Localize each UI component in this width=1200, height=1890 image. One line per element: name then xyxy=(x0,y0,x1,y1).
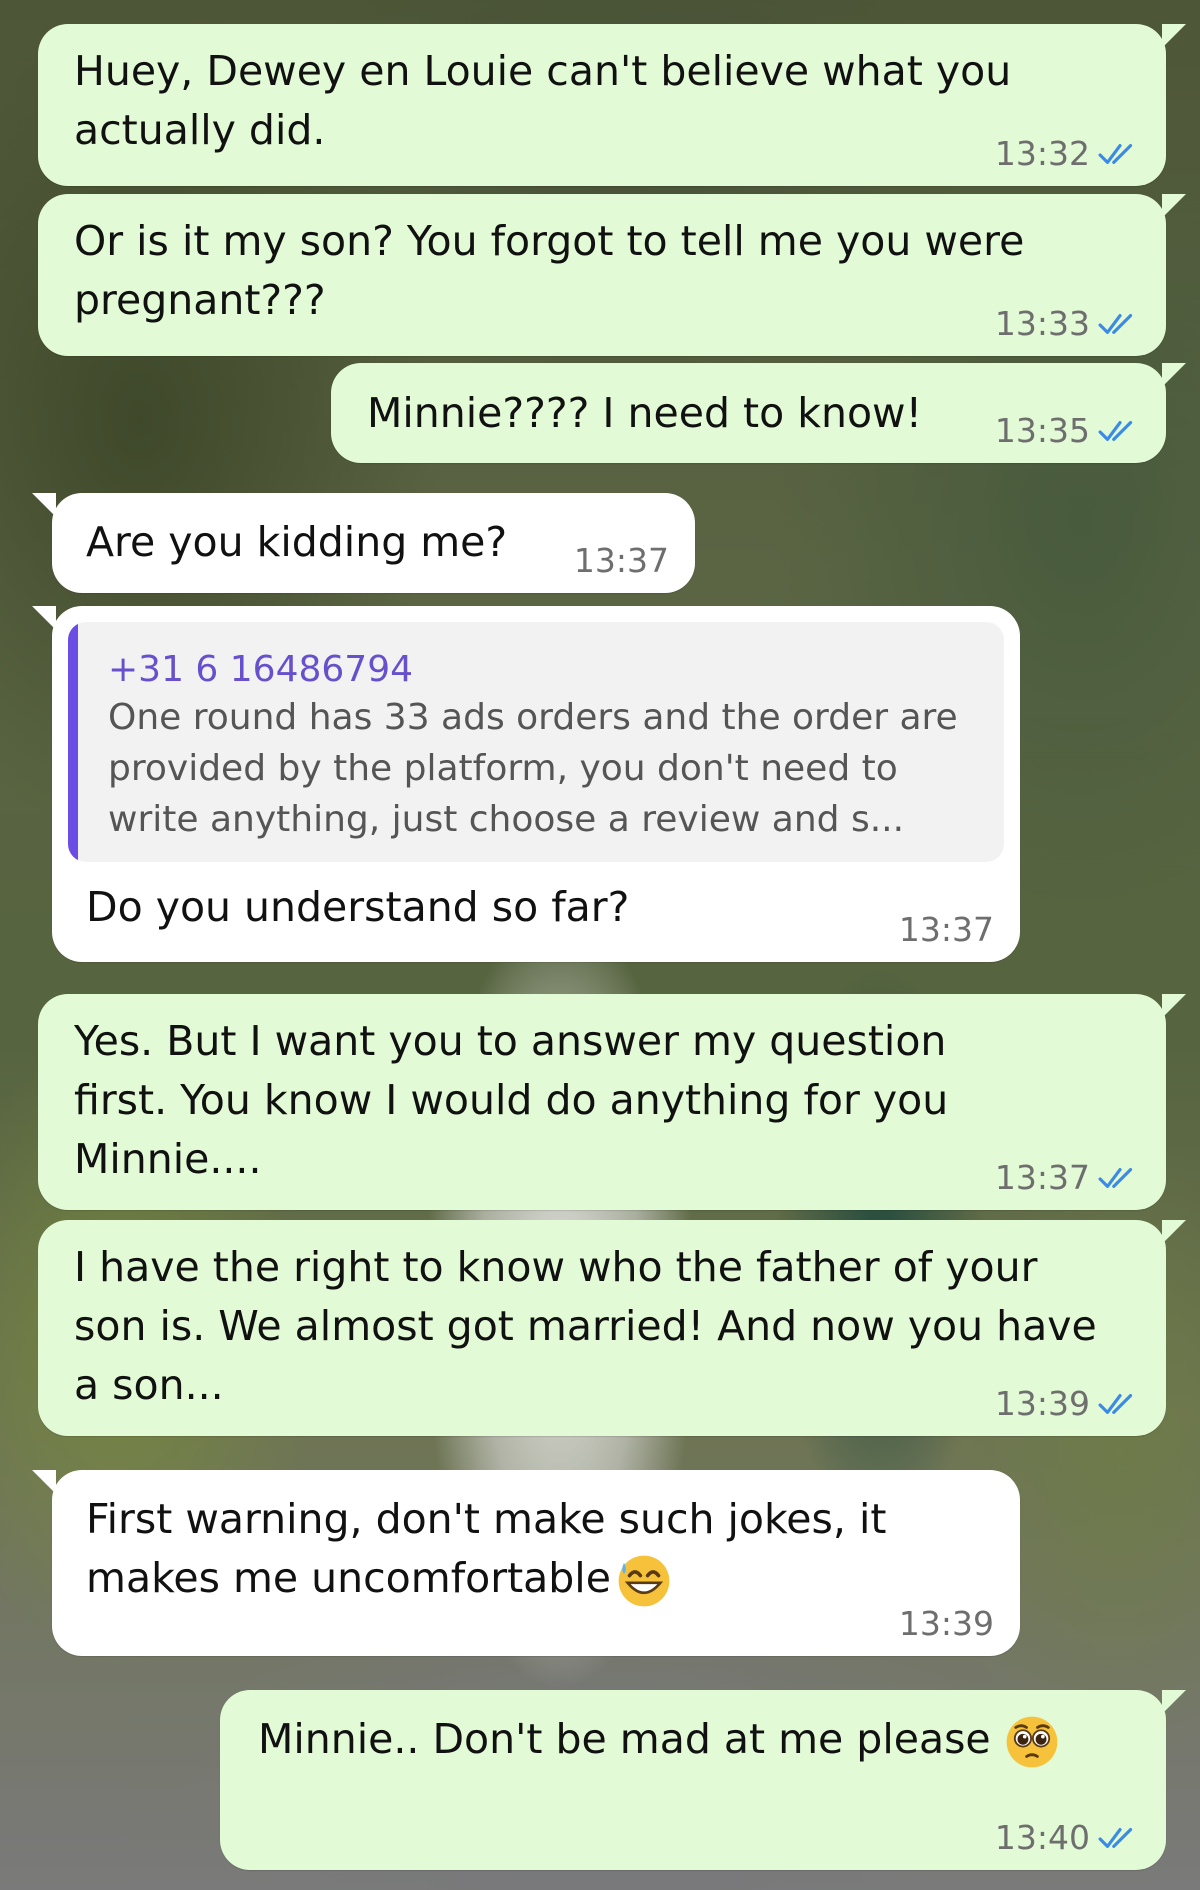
grinning-sweat-emoji-icon xyxy=(618,1555,670,1607)
quoted-text: One round has 33 ads orders and the orde… xyxy=(108,697,958,840)
message-text: Or is it my son? You forgot to tell me y… xyxy=(74,217,1025,324)
message-bubble-outgoing[interactable]: Minnie???? I need to know! 13:35 xyxy=(331,363,1186,463)
message-text: Minnie.. Don't be mad at me please xyxy=(258,1710,1130,1771)
message-time: 13:32 xyxy=(994,134,1090,173)
message-time: 13:39 xyxy=(898,1604,994,1643)
double-check-icon xyxy=(1098,1827,1133,1848)
message-meta: 13:37 xyxy=(899,913,994,946)
quote-accent-bar xyxy=(68,622,78,862)
message-meta: 13:37 xyxy=(995,1161,1140,1194)
message-time: 13:35 xyxy=(994,411,1090,450)
message-meta: 13:33 xyxy=(995,307,1140,340)
message-meta: 13:39 xyxy=(899,1607,994,1640)
message-time: 13:37 xyxy=(573,541,669,580)
double-check-icon xyxy=(1098,313,1133,334)
double-check-icon xyxy=(1098,420,1133,441)
message-bubble-incoming[interactable]: First warning, don't make such jokes, it… xyxy=(32,1470,1020,1656)
double-check-icon xyxy=(1098,1167,1133,1188)
message-meta: 13:39 xyxy=(995,1387,1140,1420)
message-text: I have the right to know who the father … xyxy=(74,1243,1097,1409)
double-check-icon xyxy=(1098,143,1133,164)
message-time: 13:37 xyxy=(994,1158,1090,1197)
message-meta: 13:40 xyxy=(995,1821,1140,1854)
message-text-content: First warning, don't make such jokes, it… xyxy=(86,1495,887,1602)
pleading-face-emoji-icon xyxy=(1006,1716,1058,1768)
message-bubble-outgoing[interactable]: Or is it my son? You forgot to tell me y… xyxy=(38,194,1186,356)
message-text-content: Minnie.. Don't be mad at me please xyxy=(258,1715,991,1763)
message-time: 13:40 xyxy=(994,1818,1090,1857)
message-bubble-outgoing[interactable]: I have the right to know who the father … xyxy=(38,1220,1186,1436)
message-bubble-incoming-reply[interactable]: +31 6 16486794 One round has 33 ads orde… xyxy=(32,606,1020,962)
message-bubble-outgoing[interactable]: Minnie.. Don't be mad at me please 13:40 xyxy=(220,1690,1186,1870)
message-bubble-incoming[interactable]: Are you kidding me? 13:37 xyxy=(32,493,695,593)
double-check-icon xyxy=(1098,1393,1133,1414)
message-text: Yes. But I want you to answer my questio… xyxy=(74,1017,949,1183)
message-text: First warning, don't make such jokes, it… xyxy=(86,1490,930,1610)
message-meta: 13:32 xyxy=(995,137,1140,170)
message-meta: 13:37 xyxy=(574,544,669,577)
message-bubble-outgoing[interactable]: Yes. But I want you to answer my questio… xyxy=(38,994,1186,1210)
quoted-author: +31 6 16486794 xyxy=(108,649,413,690)
message-time: 13:37 xyxy=(898,910,994,949)
quoted-message[interactable]: +31 6 16486794 One round has 33 ads orde… xyxy=(68,622,1004,862)
message-bubble-outgoing[interactable]: Huey, Dewey en Louie can't believe what … xyxy=(38,24,1186,186)
message-text: Huey, Dewey en Louie can't believe what … xyxy=(74,47,1012,154)
message-text: Do you understand so far? xyxy=(86,883,630,931)
message-time: 13:39 xyxy=(994,1384,1090,1423)
message-meta: 13:35 xyxy=(995,414,1140,447)
message-time: 13:33 xyxy=(994,304,1090,343)
